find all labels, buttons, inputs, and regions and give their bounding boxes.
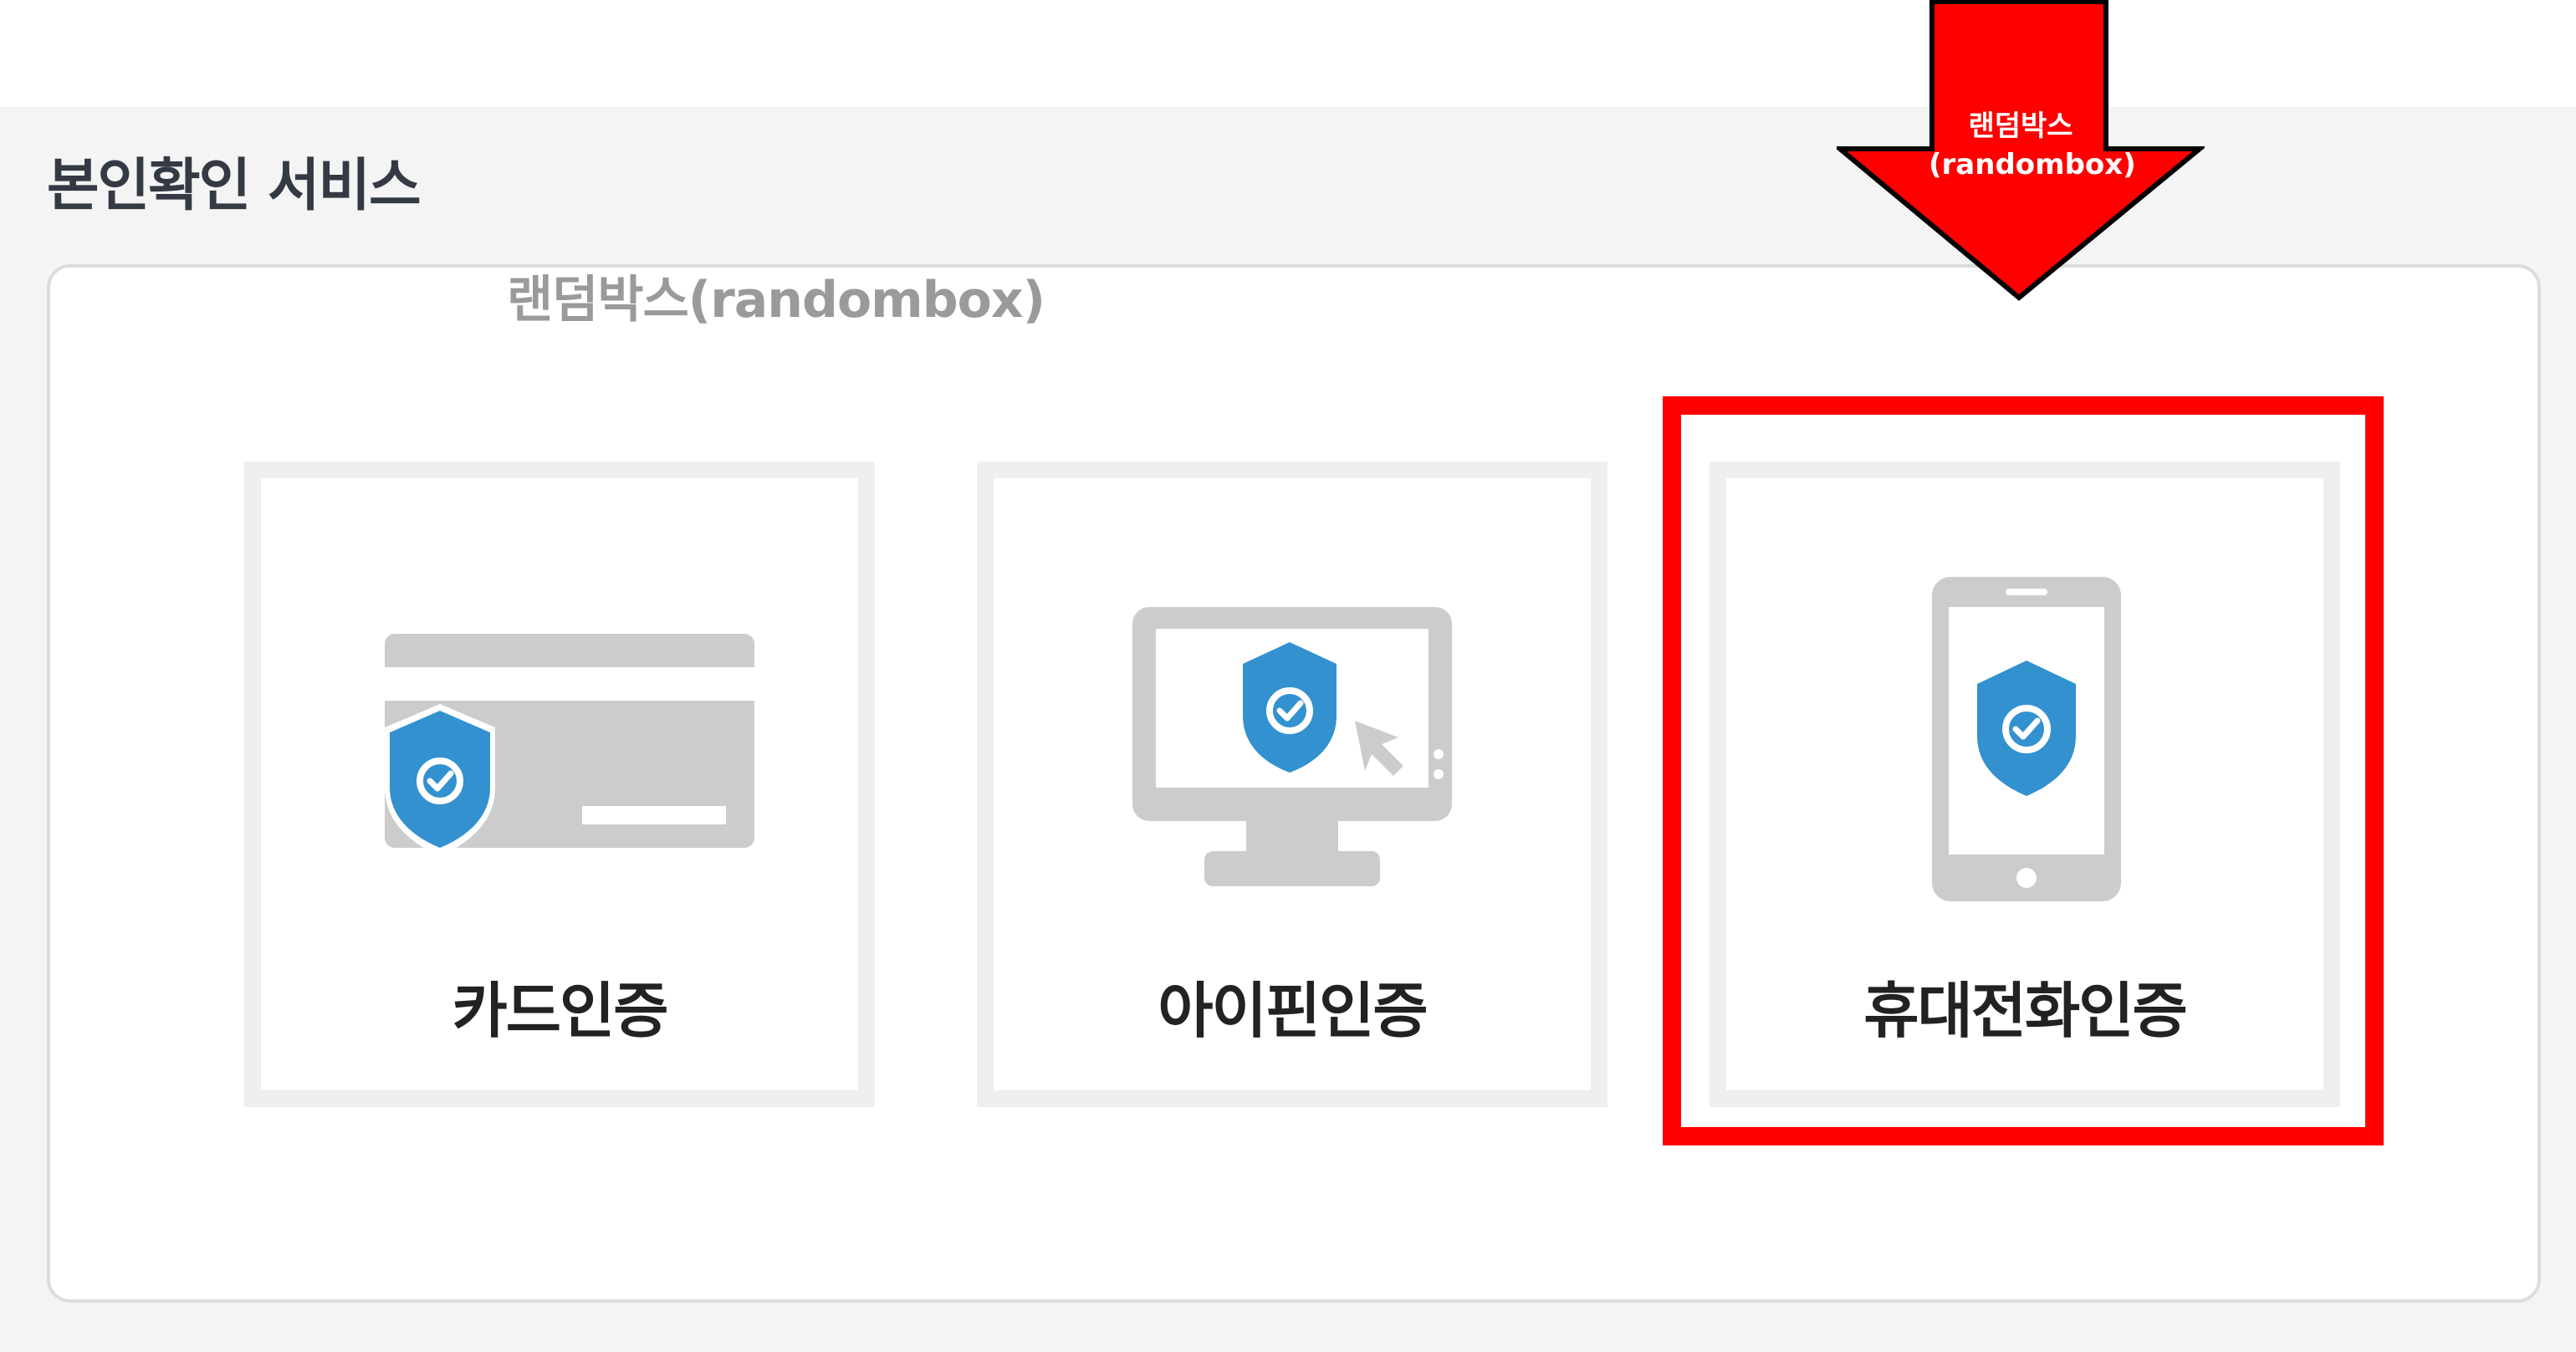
callout-line-2: (randombox) <box>1929 148 2136 181</box>
section-title: 본인확인 서비스 <box>47 153 422 219</box>
card-verification-label: 카드인증 <box>452 976 669 1046</box>
randombox-caption: 랜덤박스(randombox) <box>507 271 1045 329</box>
card-verification-option[interactable]: 카드인증 <box>244 462 875 1107</box>
card-shield-icon <box>385 634 754 856</box>
callout-line-1: 랜덤박스 <box>1968 110 2073 143</box>
ipin-verification-label: 아이핀인증 <box>1158 976 1428 1046</box>
mobile-verification-option[interactable]: 휴대전화인증 <box>1710 462 2340 1107</box>
randombox-callout: 랜덤박스 (randombox) <box>1929 107 2136 184</box>
phone-shield-icon <box>1932 577 2121 901</box>
monitor-shield-icon <box>1132 607 1452 886</box>
mobile-verification-label: 휴대전화인증 <box>1863 976 2187 1046</box>
ipin-verification-option[interactable]: 아이핀인증 <box>977 462 1607 1107</box>
